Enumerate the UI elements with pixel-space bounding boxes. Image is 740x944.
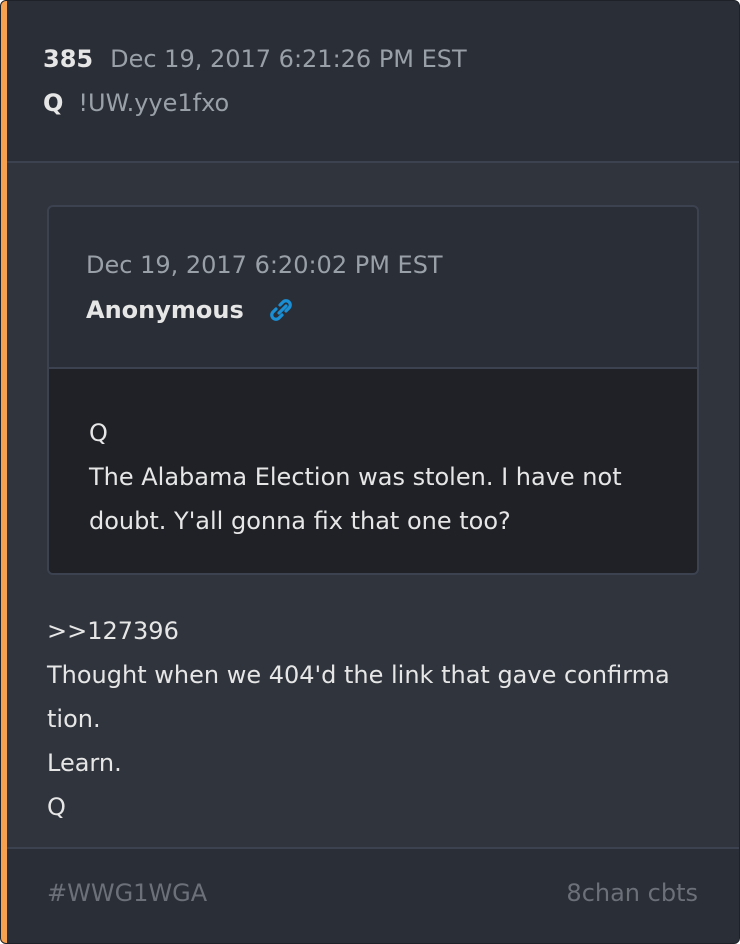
post-body-line: Q (47, 793, 66, 821)
post-footer: #WWG1WGA 8chan cbts (7, 847, 739, 943)
post-source: 8chan cbts (566, 879, 698, 907)
post-body-line: Thought when we 404'd the link that gave… (47, 661, 670, 689)
hashtag-link[interactable]: #WWG1WGA (47, 879, 207, 907)
post-card: 385 Dec 19, 2017 6:21:26 PM EST Q !UW.yy… (0, 0, 740, 944)
post-author: Q (43, 89, 64, 117)
quoted-body-line: The Alabama Election was stolen. I have … (89, 463, 622, 491)
quoted-post-header: Dec 19, 2017 6:20:02 PM EST Anonymous (49, 207, 697, 369)
quoted-post-body: Q The Alabama Election was stolen. I hav… (49, 369, 697, 573)
post-body-line: tion. (47, 705, 101, 733)
link-icon[interactable] (266, 295, 296, 325)
post-body-line: Learn. (47, 749, 122, 777)
post-tripcode: !UW.yye1fxo (78, 89, 230, 117)
quoted-body-line: doubt. Y'all gonna fix that one too? (89, 507, 511, 535)
post-number: 385 (43, 45, 94, 73)
quoted-post: Dec 19, 2017 6:20:02 PM EST Anonymous Q … (47, 205, 699, 575)
quoted-post-timestamp: Dec 19, 2017 6:20:02 PM EST (86, 251, 443, 279)
post-timestamp: Dec 19, 2017 6:21:26 PM EST (110, 45, 467, 73)
post-author-row: Q !UW.yye1fxo (43, 89, 229, 125)
post-meta-row: 385 Dec 19, 2017 6:21:26 PM EST (43, 45, 467, 81)
quoted-post-author-row: Anonymous (86, 295, 296, 325)
post-header: 385 Dec 19, 2017 6:21:26 PM EST Q !UW.yy… (7, 1, 739, 163)
quoted-body-line: Q (89, 419, 108, 447)
quoted-post-author: Anonymous (86, 296, 244, 324)
post-body: >>127396 Thought when we 404'd the link … (47, 609, 707, 829)
post-reply-reference[interactable]: >>127396 (47, 609, 707, 653)
